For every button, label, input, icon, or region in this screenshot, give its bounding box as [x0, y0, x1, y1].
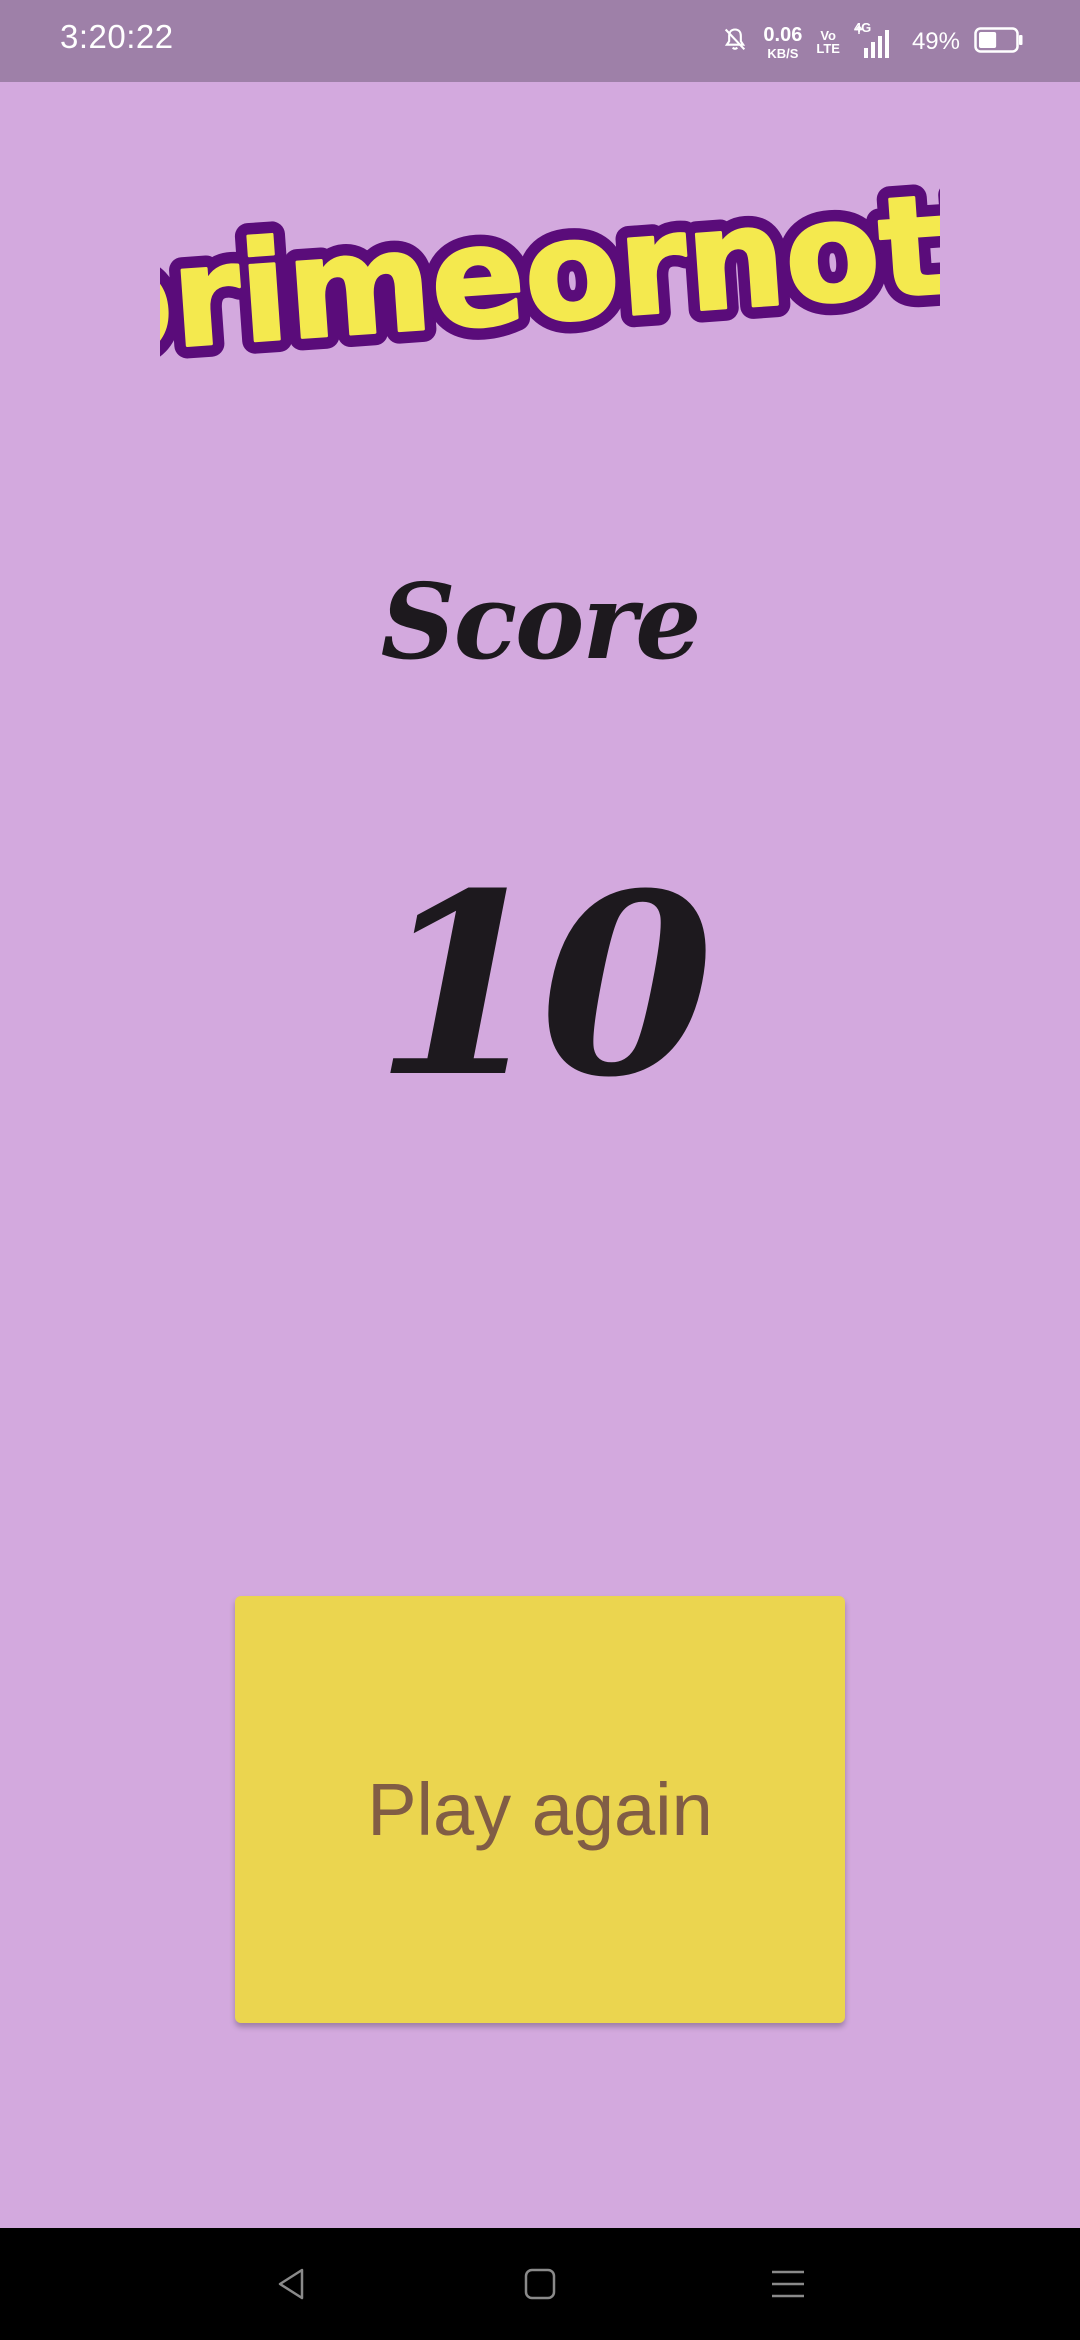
app-logo: primeornot? primeornot?	[55, 146, 1043, 399]
battery-percent: 49%	[911, 28, 960, 55]
net-speed-value: 0.06	[763, 23, 803, 46]
navigation-bar	[0, 2228, 1080, 2340]
back-icon[interactable]	[264, 2256, 320, 2312]
status-time: 3:20:22	[60, 18, 174, 55]
score-value: 10	[374, 838, 714, 1132]
net-speed: 0.06 KB/S	[763, 25, 802, 60]
volte-bottom: LTE	[816, 41, 840, 56]
status-icons: 0.06 KB/S Vo LTE 4G 49%	[721, 20, 1024, 64]
signal-icon: 4G	[854, 20, 898, 58]
home-icon[interactable]	[512, 2256, 568, 2312]
mute-bell-icon	[721, 26, 749, 59]
status-bar: 3:20:22 0.06 KB/S Vo LTE 4G 49%	[0, 0, 1080, 82]
score-label: Score	[380, 560, 702, 683]
play-again-label: Play again	[367, 1768, 713, 1851]
net-speed-unit: KB/S	[767, 45, 799, 61]
battery-icon	[974, 26, 1024, 59]
play-again-button[interactable]: Play again	[235, 1596, 845, 2023]
logo-text: primeornot?	[160, 180, 940, 380]
network-type: 4G	[853, 20, 872, 35]
volte-indicator: Vo LTE	[816, 29, 840, 55]
recents-icon[interactable]	[760, 2256, 816, 2312]
